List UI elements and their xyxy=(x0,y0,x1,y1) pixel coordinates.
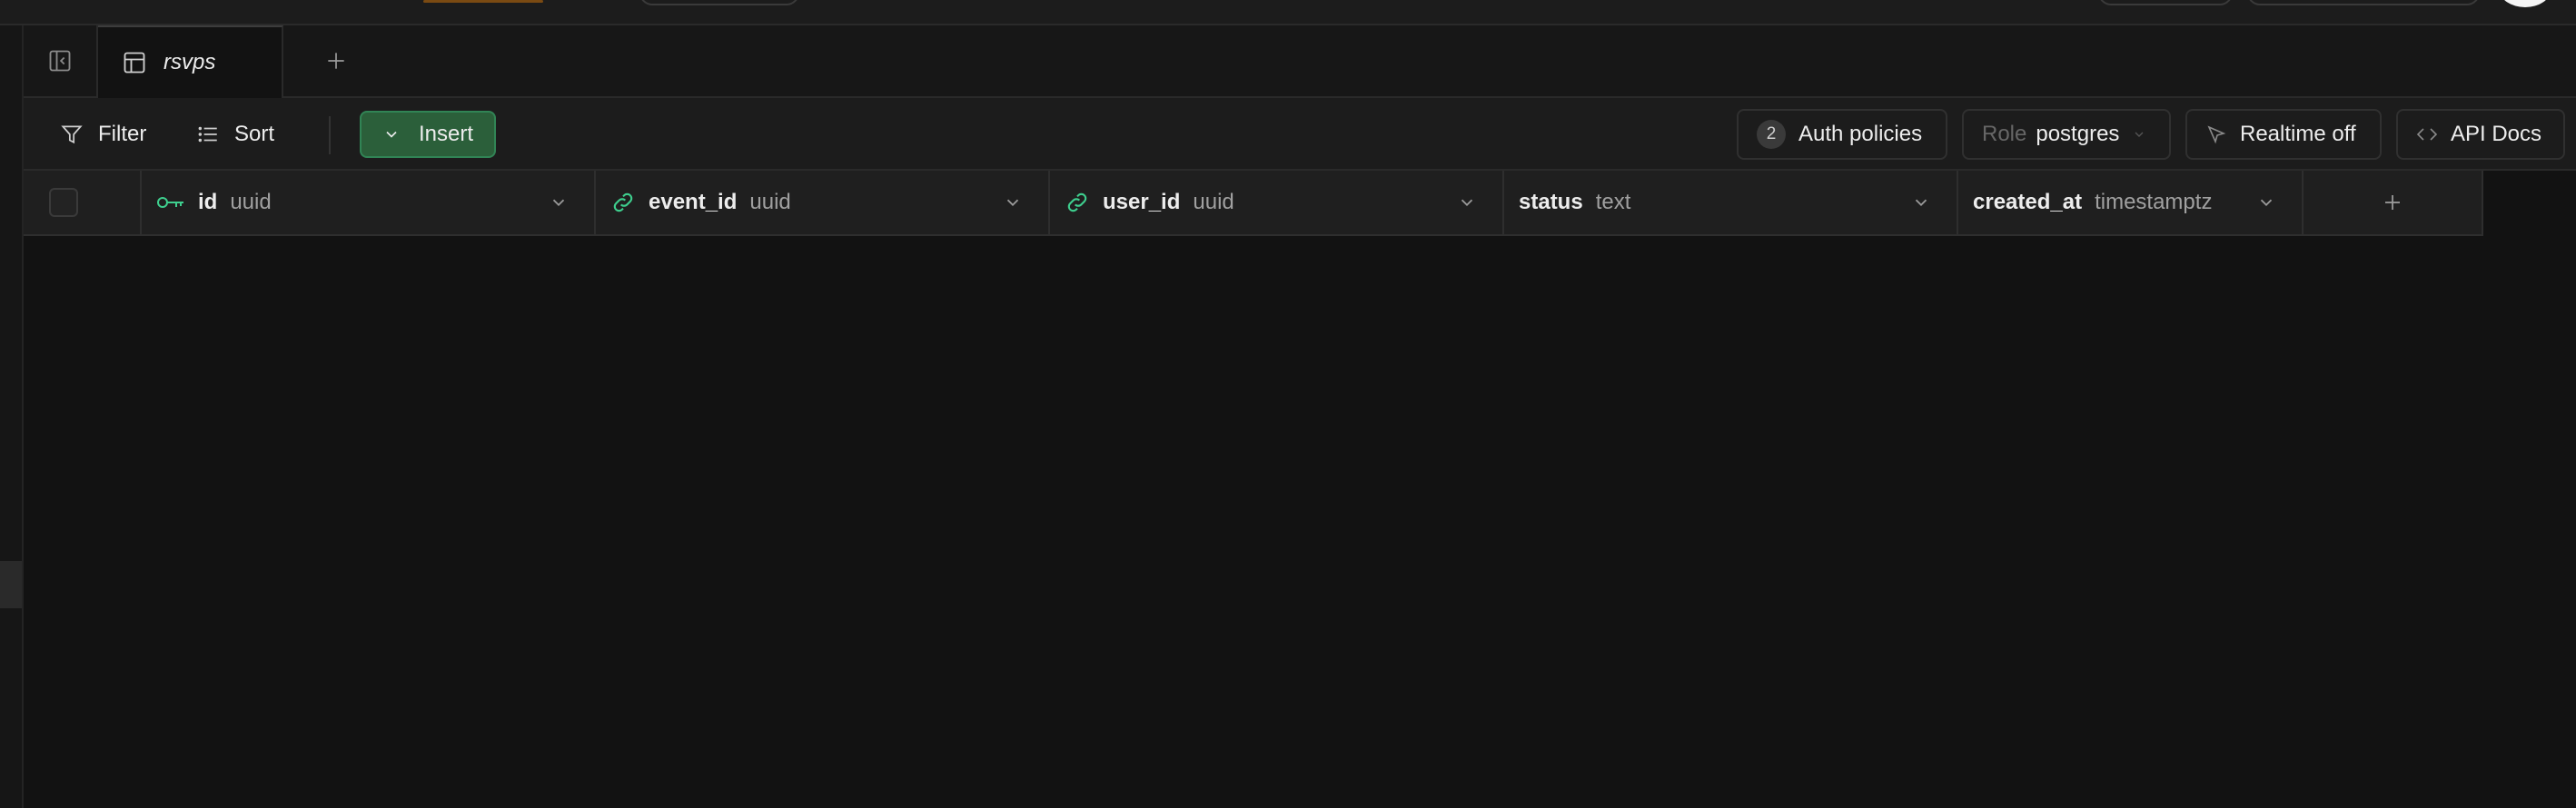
top-bar-pill[interactable] xyxy=(2098,0,2233,5)
column-name: status xyxy=(1519,190,1583,214)
select-all-cell xyxy=(24,171,142,234)
column-type: uuid xyxy=(749,190,791,214)
toolbar-divider xyxy=(329,116,331,154)
column-type: text xyxy=(1595,190,1631,214)
column-type: uuid xyxy=(1193,190,1234,214)
sort-icon xyxy=(198,126,217,143)
table-icon xyxy=(124,52,145,74)
table-editor: rsvps Filter Sort Insert 2 Auth policies… xyxy=(0,0,2576,808)
column-header-event-id[interactable]: event_id uuid xyxy=(596,171,1050,234)
select-all-checkbox[interactable] xyxy=(49,188,78,217)
tab-rsvps[interactable]: rsvps xyxy=(98,25,283,98)
link-icon xyxy=(1067,192,1087,212)
top-bar-pill[interactable] xyxy=(639,0,799,5)
chevron-down-icon[interactable] xyxy=(1911,192,1931,212)
sidebar-collapse-icon xyxy=(49,50,71,72)
auth-policies-label: Auth policies xyxy=(1798,122,1923,146)
filter-icon xyxy=(61,125,83,144)
top-bar xyxy=(0,0,2576,25)
column-name: created_at xyxy=(1973,190,2083,214)
code-icon xyxy=(2416,128,2438,141)
column-header-id[interactable]: id uuid xyxy=(142,171,596,234)
tab-label: rsvps xyxy=(163,50,216,74)
new-tab-button[interactable] xyxy=(300,25,372,96)
filter-label: Filter xyxy=(98,122,147,146)
auth-policies-count: 2 xyxy=(1757,120,1786,149)
chevron-down-icon[interactable] xyxy=(1457,192,1477,212)
plus-icon xyxy=(2385,195,2400,210)
column-type: timestamptz xyxy=(2095,190,2213,214)
sort-button[interactable]: Sort xyxy=(178,111,292,158)
realtime-label: Realtime off xyxy=(2240,122,2356,146)
plus-icon xyxy=(328,53,344,69)
column-header-status[interactable]: status text xyxy=(1504,171,1958,234)
column-name: event_id xyxy=(649,190,738,214)
chevron-down-icon[interactable] xyxy=(1003,192,1023,212)
gutter-marker xyxy=(0,561,22,608)
column-type: uuid xyxy=(230,190,272,214)
insert-label: Insert xyxy=(418,122,474,146)
auth-policies-button[interactable]: 2 Auth policies xyxy=(1737,109,1947,160)
realtime-toggle-button[interactable]: Realtime off xyxy=(2185,109,2382,160)
role-value: postgres xyxy=(2036,122,2120,146)
role-prefix: Role xyxy=(1982,122,2027,146)
role-selector[interactable]: Role postgres xyxy=(1962,109,2171,160)
toolbar: Filter Sort Insert 2 Auth policies Role … xyxy=(24,98,2576,171)
top-bar-pill[interactable] xyxy=(2247,0,2480,5)
key-icon xyxy=(157,197,183,208)
chevron-down-icon[interactable] xyxy=(2256,192,2276,212)
link-icon xyxy=(613,192,633,212)
add-column-button[interactable] xyxy=(2304,171,2483,234)
chevron-down-icon[interactable] xyxy=(549,192,569,212)
avatar[interactable] xyxy=(2500,0,2551,7)
filter-button[interactable]: Filter xyxy=(42,111,164,158)
column-header-created-at[interactable]: created_at timestamptz xyxy=(1958,171,2304,234)
column-header-user-id[interactable]: user_id uuid xyxy=(1050,171,1504,234)
left-gutter xyxy=(0,25,24,808)
cursor-icon xyxy=(2207,125,2226,144)
chevron-down-icon xyxy=(2135,132,2144,137)
column-name: user_id xyxy=(1103,190,1181,214)
insert-button[interactable]: Insert xyxy=(360,111,496,158)
grid-header: id uuid event_id uuid user_id uuid statu… xyxy=(24,171,2483,236)
project-indicator xyxy=(423,0,543,3)
api-docs-label: API Docs xyxy=(2451,122,2542,146)
grid-body xyxy=(24,236,2576,808)
api-docs-button[interactable]: API Docs xyxy=(2396,109,2565,160)
chevron-down-icon xyxy=(386,131,397,138)
column-name: id xyxy=(198,190,218,214)
collapse-sidebar-button[interactable] xyxy=(24,25,98,96)
sort-label: Sort xyxy=(234,122,275,146)
tab-strip: rsvps xyxy=(24,25,2576,98)
